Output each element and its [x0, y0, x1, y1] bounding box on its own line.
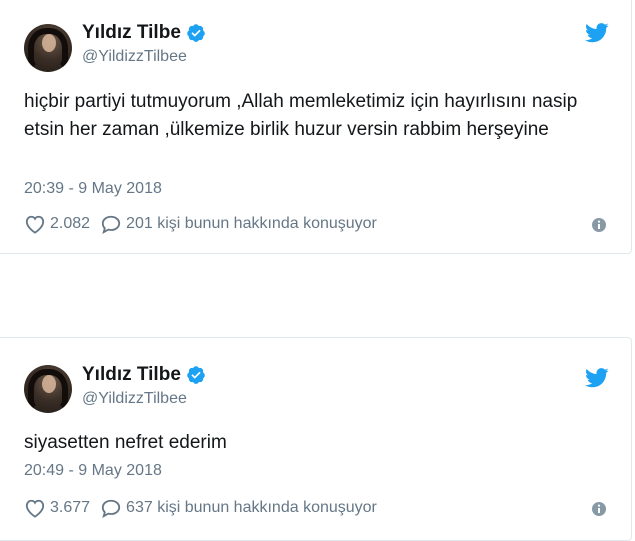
- author-handle[interactable]: @YildizzTilbee: [82, 48, 187, 66]
- tweet-text: hiçbir partiyi tutmuyorum ,Allah memleke…: [24, 91, 578, 140]
- tweet-card[interactable]: Yıldız Tilbe @YildizzTilbee siyasetten n…: [0, 337, 632, 541]
- avatar[interactable]: [24, 24, 72, 72]
- twitter-bird-icon[interactable]: [585, 368, 609, 388]
- heart-icon: [25, 215, 45, 234]
- twitter-bird-icon[interactable]: [585, 23, 609, 43]
- like-count: 3.677: [50, 499, 91, 516]
- reply-count: 201 kişi bunun hakkında konuşuyor: [126, 215, 377, 232]
- tweet-actions: 2.082 201 kişi bunun hakkında konuşuyor: [24, 214, 377, 234]
- speech-bubble-icon: [101, 499, 121, 518]
- verified-badge-icon: [187, 366, 205, 384]
- reply-count: 637 kişi bunun hakkında konuşuyor: [126, 499, 377, 516]
- heart-icon: [25, 499, 45, 518]
- author-name[interactable]: Yıldız Tilbe: [82, 22, 181, 44]
- like-button[interactable]: 2.082: [24, 214, 90, 234]
- info-icon[interactable]: [591, 217, 607, 233]
- author-row: Yıldız Tilbe: [82, 364, 206, 386]
- author-name[interactable]: Yıldız Tilbe: [82, 364, 181, 386]
- like-button[interactable]: 3.677: [24, 498, 90, 518]
- avatar[interactable]: [24, 365, 72, 413]
- tweet-card[interactable]: Yıldız Tilbe @YildizzTilbee hiçbir parti…: [0, 0, 632, 254]
- avatar-face: [42, 375, 56, 393]
- author-handle[interactable]: @YildizzTilbee: [82, 390, 187, 408]
- like-count: 2.082: [50, 215, 91, 232]
- reply-button[interactable]: 637 kişi bunun hakkında konuşuyor: [100, 498, 377, 518]
- avatar-face: [42, 34, 56, 52]
- reply-button[interactable]: 201 kişi bunun hakkında konuşuyor: [100, 214, 377, 234]
- speech-bubble-icon: [101, 215, 121, 234]
- verified-badge-icon: [187, 24, 205, 42]
- tweet-timestamp[interactable]: 20:39 - 9 May 2018: [24, 180, 162, 198]
- tweet-actions: 3.677 637 kişi bunun hakkında konuşuyor: [24, 498, 377, 518]
- tweet-text: siyasetten nefret ederim: [24, 432, 227, 453]
- info-icon[interactable]: [591, 501, 607, 517]
- author-row: Yıldız Tilbe: [82, 22, 206, 44]
- tweet-timestamp[interactable]: 20:49 - 9 May 2018: [24, 462, 162, 480]
